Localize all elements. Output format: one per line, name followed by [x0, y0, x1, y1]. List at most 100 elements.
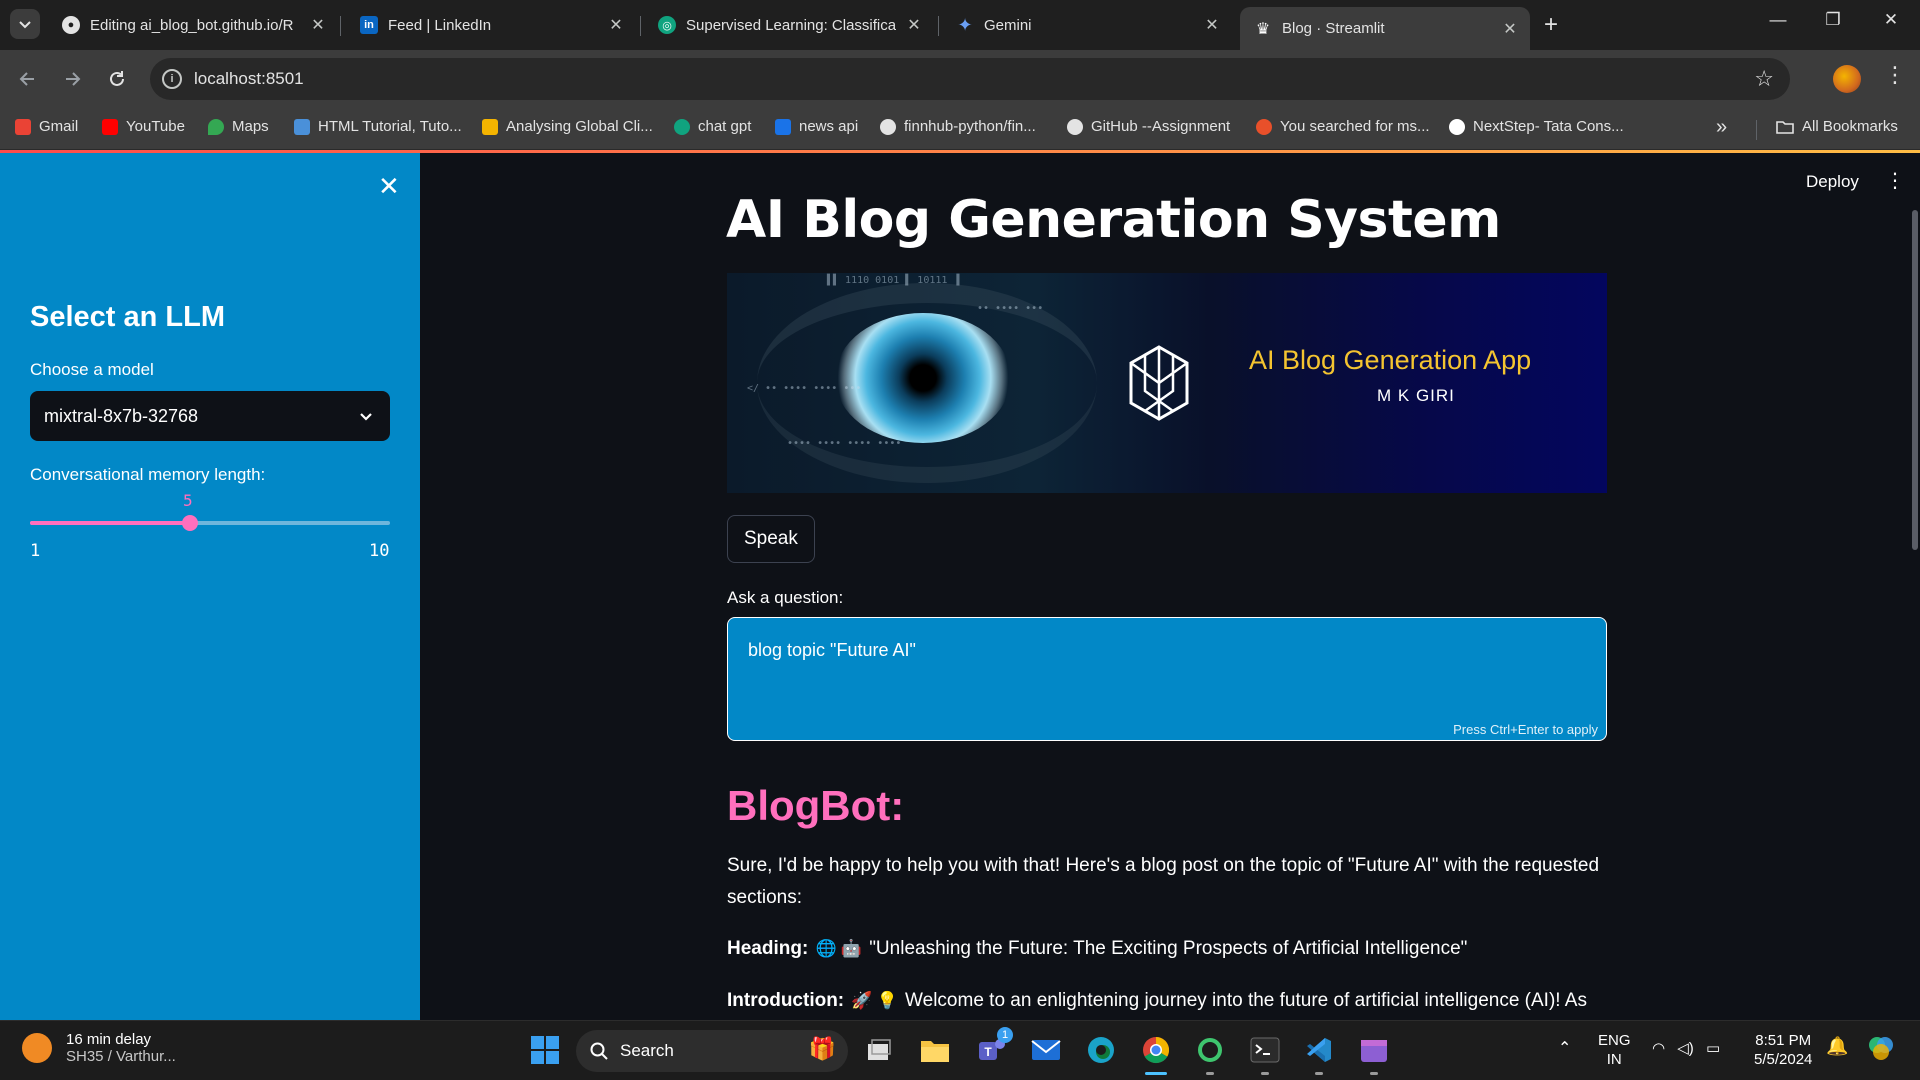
bookmark-label: You searched for ms...: [1280, 118, 1430, 135]
app-scrollbar[interactable]: [1912, 210, 1918, 550]
model-select[interactable]: mixtral-8x7b-32768: [30, 391, 390, 441]
mail-button[interactable]: [1029, 1033, 1063, 1067]
close-tab-icon[interactable]: ✕: [606, 15, 626, 35]
battery-icon: ▭: [1705, 1040, 1721, 1057]
deploy-button[interactable]: Deploy: [1806, 172, 1859, 192]
traffic-line1: 16 min delay: [66, 1031, 152, 1048]
new-tab-icon[interactable]: +: [1544, 11, 1558, 39]
notification-bell-icon[interactable]: 🔔: [1826, 1037, 1848, 1056]
tab-gemini[interactable]: ✦ Gemini ✕: [942, 8, 1232, 42]
slider-min-label: 1: [30, 541, 41, 561]
search-label: Search: [620, 1041, 674, 1060]
bookmark-html-tutorial[interactable]: HTML Tutorial, Tuto...: [294, 118, 462, 135]
streamlit-app: ✕ Select an LLM Choose a model mixtral-8…: [0, 150, 1920, 1020]
windows-logo-icon: [531, 1036, 559, 1064]
tutorial-icon: [294, 118, 310, 135]
github-icon: [880, 118, 896, 135]
active-indicator: [1145, 1072, 1167, 1075]
chevron-down-icon: [19, 21, 31, 29]
site-info-icon[interactable]: i: [162, 69, 182, 89]
tray-overflow-icon[interactable]: ⌃: [1558, 1039, 1571, 1058]
speak-button[interactable]: Speak: [727, 515, 815, 563]
bookmark-gmail[interactable]: Gmail: [15, 118, 78, 135]
bookmark-label: Analysing Global Cli...: [506, 118, 653, 135]
search-icon: [590, 1042, 608, 1060]
tab-title: Blog · Streamlit: [1282, 20, 1385, 37]
bookmark-finnhub[interactable]: finnhub-python/fin...: [880, 118, 1036, 135]
close-tab-icon[interactable]: ✕: [1202, 15, 1222, 35]
forward-button[interactable]: [57, 64, 87, 94]
browser-menu-icon[interactable]: ⋮: [1884, 62, 1906, 88]
banner-title: AI Blog Generation App: [1249, 345, 1532, 375]
app-menu-icon[interactable]: ⋮: [1885, 168, 1905, 193]
all-bookmarks-button[interactable]: All Bookmarks: [1776, 118, 1898, 135]
profile-avatar[interactable]: [1833, 65, 1861, 93]
minimize-icon[interactable]: —: [1763, 10, 1793, 30]
bookmarks-overflow-icon[interactable]: »: [1716, 116, 1727, 139]
reload-button[interactable]: [102, 64, 132, 94]
close-sidebar-icon[interactable]: ✕: [378, 171, 400, 202]
network-volume-battery[interactable]: ◠ ◁) ▭: [1652, 1039, 1720, 1058]
vscode-button[interactable]: [1302, 1033, 1336, 1067]
file-explorer-button[interactable]: [918, 1033, 952, 1067]
clipchamp-button[interactable]: [1357, 1033, 1391, 1067]
vscode-icon: [1307, 1038, 1331, 1062]
bookmark-nextstep-tata[interactable]: NextStep- Tata Cons...: [1449, 118, 1624, 135]
language-line1: ENG: [1598, 1032, 1631, 1049]
linkedin-icon: in: [360, 16, 378, 34]
language-indicator[interactable]: ENG IN: [1598, 1031, 1631, 1069]
memory-length-slider[interactable]: [30, 515, 390, 531]
bookmark-github-assignment[interactable]: GitHub --Assignment: [1067, 118, 1230, 135]
bookmark-you-searched[interactable]: You searched for ms...: [1256, 118, 1430, 135]
start-button[interactable]: [528, 1033, 562, 1067]
app-ring-button[interactable]: [1193, 1033, 1227, 1067]
close-tab-icon[interactable]: ✕: [308, 15, 328, 35]
tab-blog-streamlit[interactable]: ♛ Blog · Streamlit ✕: [1240, 7, 1530, 50]
bookmarks-bar: Gmail YouTube Maps HTML Tutorial, Tuto..…: [0, 108, 1920, 150]
tab-linkedin[interactable]: in Feed | LinkedIn ✕: [346, 8, 636, 42]
bookmark-youtube[interactable]: YouTube: [102, 118, 185, 135]
running-indicator: [1206, 1072, 1214, 1075]
edge-button[interactable]: [1084, 1033, 1118, 1067]
page-title: AI Blog Generation System: [726, 190, 1501, 250]
search-highlight-icon: 🎁: [808, 1036, 836, 1061]
slider-thumb[interactable]: [181, 515, 198, 531]
bookmark-analysing-global[interactable]: Analysing Global Cli...: [482, 118, 653, 135]
taskbar-search[interactable]: Search 🎁: [576, 1030, 848, 1072]
bookmark-label: GitHub --Assignment: [1091, 118, 1231, 135]
terminal-icon: [1250, 1037, 1280, 1063]
close-tab-icon[interactable]: ✕: [1500, 19, 1520, 39]
bookmark-label: news api: [799, 118, 859, 135]
task-view-icon: [868, 1039, 891, 1060]
chrome-button[interactable]: [1139, 1033, 1173, 1067]
tab-supervised-learning[interactable]: ◎ Supervised Learning: Classificati ✕: [644, 8, 934, 42]
robot-icon: 🤖: [840, 939, 862, 958]
heading-label: Heading:: [727, 938, 809, 959]
task-view-button[interactable]: [862, 1033, 896, 1067]
teams-badge: 1: [997, 1027, 1013, 1043]
terminal-button[interactable]: [1248, 1033, 1282, 1067]
gmail-icon: [15, 118, 31, 135]
question-textarea[interactable]: blog topic "Future AI" Press Ctrl+Enter …: [727, 617, 1607, 741]
browser-tab-strip: ● Editing ai_blog_bot.github.io/R ✕ in F…: [0, 0, 1920, 50]
teams-button[interactable]: T 1: [975, 1027, 1013, 1067]
car-icon: [22, 1033, 52, 1063]
bookmark-star-icon[interactable]: ☆: [1754, 66, 1774, 92]
back-button[interactable]: [13, 64, 43, 94]
maps-icon: [208, 118, 224, 135]
model-select-value: mixtral-8x7b-32768: [44, 405, 199, 426]
close-tab-icon[interactable]: ✕: [904, 15, 924, 35]
window-close-icon[interactable]: ✕: [1876, 10, 1906, 30]
edge-icon: [1088, 1037, 1114, 1063]
address-bar[interactable]: i localhost:8501 ☆: [150, 58, 1790, 100]
copilot-button[interactable]: [1866, 1033, 1896, 1068]
restore-icon[interactable]: ❐: [1818, 10, 1848, 30]
bookmark-news-api[interactable]: news api: [775, 118, 858, 135]
tab-search-button[interactable]: [10, 9, 40, 39]
tab-github-editing[interactable]: ● Editing ai_blog_bot.github.io/R ✕: [48, 8, 338, 42]
clock[interactable]: 8:51 PM 5/5/2024: [1754, 1031, 1812, 1069]
openai-icon: [674, 118, 690, 135]
bookmark-chat-gpt[interactable]: chat gpt: [674, 118, 751, 135]
traffic-widget[interactable]: 16 min delay SH35 / Varthur...: [22, 1031, 176, 1065]
bookmark-maps[interactable]: Maps: [208, 118, 269, 135]
